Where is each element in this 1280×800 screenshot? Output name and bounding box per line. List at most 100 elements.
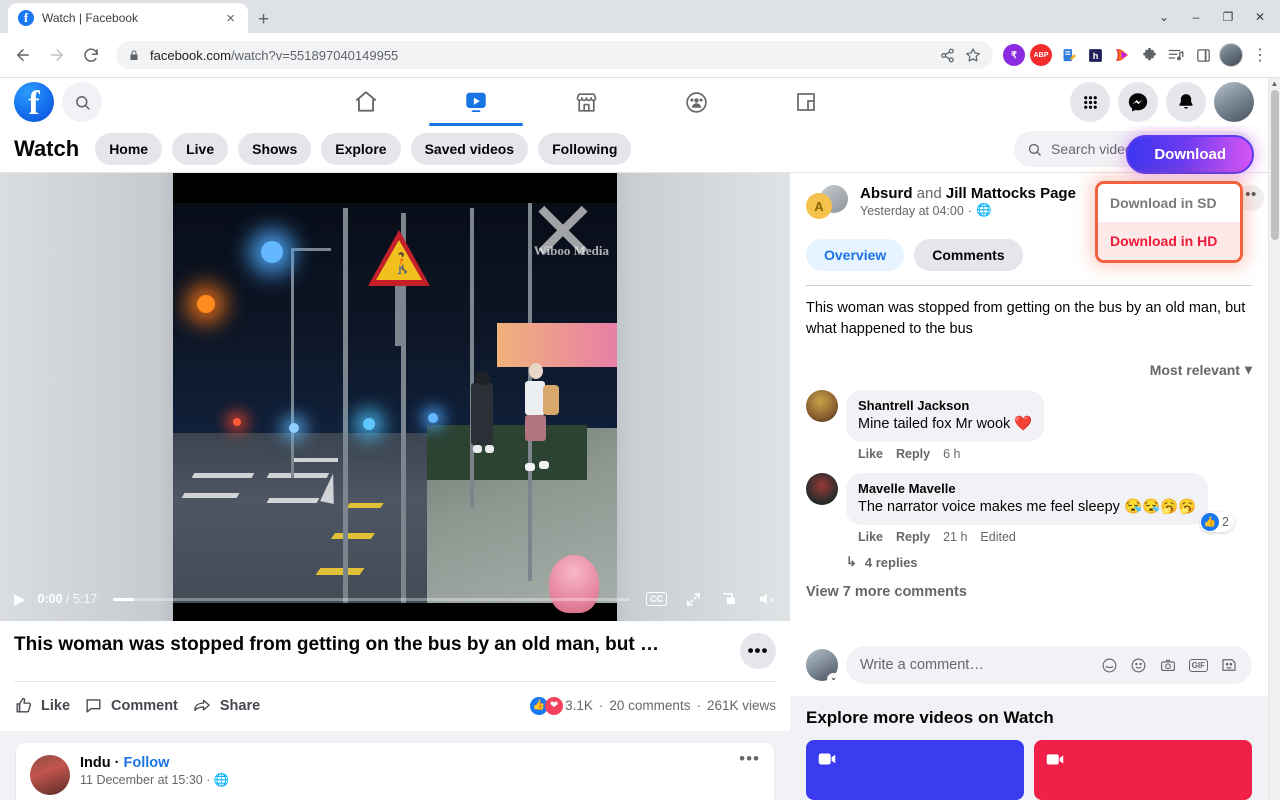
page-scrollbar[interactable]: ▲: [1268, 78, 1280, 800]
video-downloader-extension-icon[interactable]: [1111, 44, 1133, 66]
star-icon[interactable]: [965, 47, 981, 63]
video-more-options-button[interactable]: •••: [740, 633, 776, 669]
messenger-icon[interactable]: [1118, 82, 1158, 122]
avatar-sticker-icon[interactable]: [1220, 656, 1238, 674]
video-progress-bar[interactable]: [113, 597, 630, 601]
commenter-avatar[interactable]: [806, 390, 838, 423]
comment-bubble: Mavelle Mavelle The narrator voice makes…: [846, 473, 1209, 526]
back-icon[interactable]: [8, 40, 38, 70]
comment-reply-button[interactable]: Reply: [896, 530, 930, 544]
poster-name-1[interactable]: Absurd: [860, 185, 913, 202]
watch-pill-shows[interactable]: Shows: [238, 133, 312, 165]
nav-tab-marketplace[interactable]: [531, 78, 641, 126]
download-in-sd-option[interactable]: Download in SD: [1098, 184, 1240, 222]
scroll-up-icon[interactable]: ▲: [1269, 78, 1280, 90]
comment-like-button[interactable]: Like: [858, 447, 883, 461]
comment-sort-button[interactable]: Most relevant ▾: [806, 361, 1252, 378]
new-tab-button[interactable]: +: [258, 10, 269, 29]
facebook-logo[interactable]: f: [14, 82, 54, 122]
maximize-button[interactable]: ❐: [1214, 5, 1242, 29]
comment-button[interactable]: Comment: [84, 690, 192, 721]
extensions-row: ₹ ABP h ⋮: [1003, 43, 1272, 67]
honey-extension-icon[interactable]: h: [1084, 44, 1106, 66]
side-panel-icon[interactable]: [1192, 44, 1214, 66]
expand-icon[interactable]: [685, 591, 702, 608]
account-avatar[interactable]: [1214, 82, 1254, 122]
watch-pill-saved-videos[interactable]: Saved videos: [410, 133, 529, 165]
comment-edited-label: Edited: [980, 530, 1016, 545]
watch-pill-following[interactable]: Following: [538, 133, 632, 165]
address-bar[interactable]: facebook.com/watch?v=551897040149955: [116, 41, 993, 69]
bell-icon[interactable]: [1166, 82, 1206, 122]
facebook-top-nav: f: [0, 78, 1268, 126]
puzzle-icon[interactable]: [1138, 44, 1160, 66]
share-label: Share: [219, 697, 261, 714]
browser-menu-icon[interactable]: ⋮: [1248, 45, 1272, 65]
explore-card-live[interactable]: [806, 740, 1024, 800]
watch-pill-home[interactable]: Home: [95, 133, 163, 165]
thumbs-up-icon: [16, 697, 32, 713]
notes-extension-icon[interactable]: [1057, 44, 1079, 66]
watch-pill-live[interactable]: Live: [172, 133, 229, 165]
close-icon[interactable]: ×: [223, 11, 238, 26]
post-avatar[interactable]: [30, 755, 70, 795]
view-replies-button[interactable]: ↳ 4 replies: [846, 554, 1252, 570]
commenter-name[interactable]: Mavelle Mavelle: [858, 480, 1196, 498]
camera-icon[interactable]: [1159, 657, 1177, 674]
view-more-comments-button[interactable]: View 7 more comments: [806, 584, 1252, 600]
commenter-avatar[interactable]: [806, 473, 838, 506]
post-author[interactable]: Indu: [80, 755, 111, 771]
tab-overview[interactable]: Overview: [806, 239, 905, 271]
captions-icon[interactable]: CC: [646, 592, 667, 606]
nav-tab-home[interactable]: [311, 78, 421, 126]
minimize-button[interactable]: –: [1182, 5, 1210, 29]
nav-tab-watch[interactable]: [421, 78, 531, 126]
follow-link[interactable]: Follow: [124, 755, 170, 771]
share-button[interactable]: Share: [192, 690, 274, 721]
video-title-row: This woman was stopped from getting on t…: [14, 633, 776, 669]
like-button[interactable]: Like: [14, 690, 84, 721]
browser-profile-avatar[interactable]: [1219, 43, 1243, 67]
nav-tabs: [311, 78, 861, 126]
commenter-name[interactable]: Shantrell Jackson: [858, 397, 1032, 415]
video-player[interactable]: 🚶 ✕ Wiboo Media ▶ 0:00 / 5:17 CC x: [0, 173, 790, 621]
post-more-options[interactable]: •••: [739, 750, 760, 767]
miniplayer-icon[interactable]: [720, 590, 738, 608]
watermark-x-icon: ✕: [527, 185, 599, 279]
divider: [806, 285, 1252, 286]
scrollbar-thumb[interactable]: [1271, 90, 1279, 240]
poster-name-2[interactable]: Jill Mattocks Page: [946, 185, 1076, 202]
gif-icon[interactable]: GIF: [1188, 658, 1208, 672]
comment-input[interactable]: Write a comment… GIF: [846, 646, 1252, 684]
comment-reaction-badge[interactable]: 👍 2: [1200, 512, 1234, 533]
post-timestamp: 11 December at 15:30 · 🌐: [80, 773, 230, 787]
composer-avatar[interactable]: [806, 649, 840, 686]
download-button[interactable]: Download: [1126, 135, 1254, 174]
emoji-icon[interactable]: [1130, 657, 1147, 674]
reload-icon[interactable]: [76, 40, 106, 70]
rupee-extension-icon[interactable]: ₹: [1003, 44, 1025, 66]
comment-reply-button[interactable]: Reply: [896, 447, 930, 461]
comment-like-button[interactable]: Like: [858, 530, 883, 544]
video-stats[interactable]: 👍 ❤ 3.1K · 20 comments · 261K views: [530, 696, 776, 715]
reading-list-icon[interactable]: [1165, 44, 1187, 66]
adblock-extension-icon[interactable]: ABP: [1030, 44, 1052, 66]
mute-icon[interactable]: x: [756, 590, 776, 608]
nav-tab-groups[interactable]: [641, 78, 751, 126]
search-icon[interactable]: [62, 82, 102, 122]
reaction-count: 3.1K: [565, 698, 593, 713]
browser-tab[interactable]: f Watch | Facebook ×: [8, 3, 248, 33]
poster-avatar-primary[interactable]: A: [806, 193, 832, 219]
play-icon[interactable]: ▶: [14, 590, 26, 608]
nav-tab-gaming[interactable]: [751, 78, 861, 126]
sticker-icon[interactable]: [1101, 657, 1118, 674]
tab-search-icon[interactable]: ⌄: [1150, 5, 1178, 29]
nav-right-actions: [1070, 82, 1254, 122]
tab-comments[interactable]: Comments: [914, 239, 1023, 271]
grid-icon[interactable]: [1070, 82, 1110, 122]
watch-pill-explore[interactable]: Explore: [321, 133, 401, 165]
download-in-hd-option[interactable]: Download in HD: [1098, 222, 1240, 260]
explore-card-reels[interactable]: [1034, 740, 1252, 800]
share-icon[interactable]: [940, 48, 955, 63]
close-window-button[interactable]: ✕: [1246, 5, 1274, 29]
